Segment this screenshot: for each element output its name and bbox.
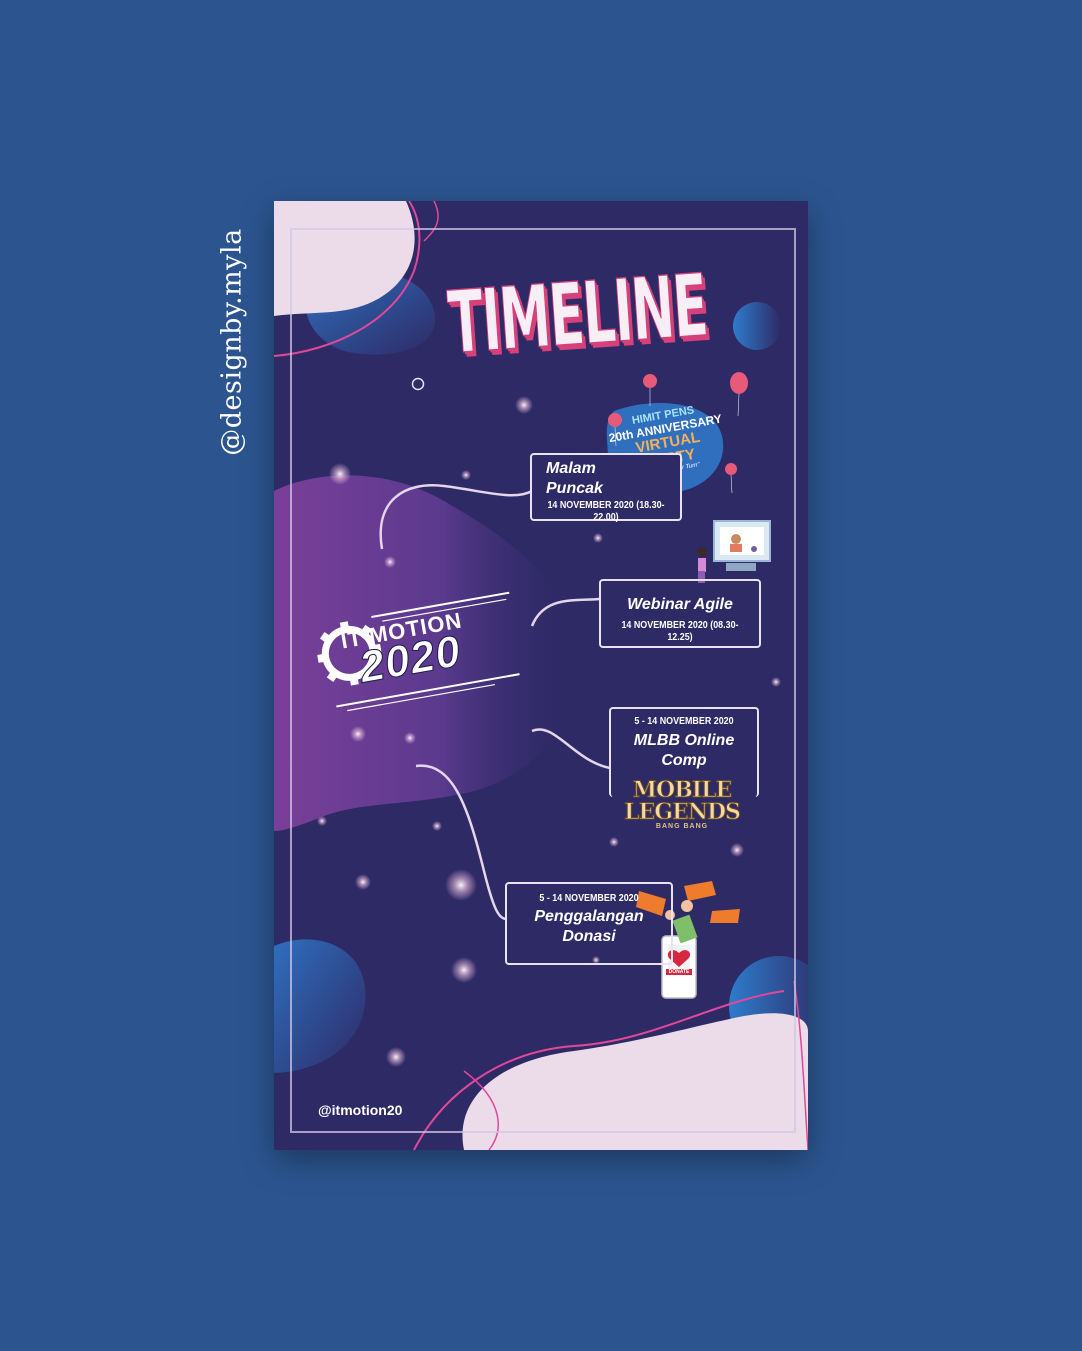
event-card-malam-puncak: Malam Puncak 14 NOVEMBER 2020 (18.30-22.… <box>530 453 682 523</box>
donate-label: DONATE <box>668 969 690 975</box>
instagram-handle: @itmotion20 <box>318 1102 403 1118</box>
event-card-penggalangan-donasi: 5 - 14 NOVEMBER 2020 Penggalangan Donasi <box>505 882 673 965</box>
mobile-legends-logo: MOBILE LEGENDS BANG BANG <box>624 777 742 831</box>
event-card-webinar-agile: Webinar Agile 14 NOVEMBER 2020 (08.30-12… <box>599 579 761 648</box>
poster-title: TIMELINE <box>445 255 711 374</box>
designer-watermark: @designby.myla <box>216 228 248 456</box>
timeline-poster: TIMELINE IT MOTION 2020 HIMIT PENS 20th … <box>274 201 808 1150</box>
